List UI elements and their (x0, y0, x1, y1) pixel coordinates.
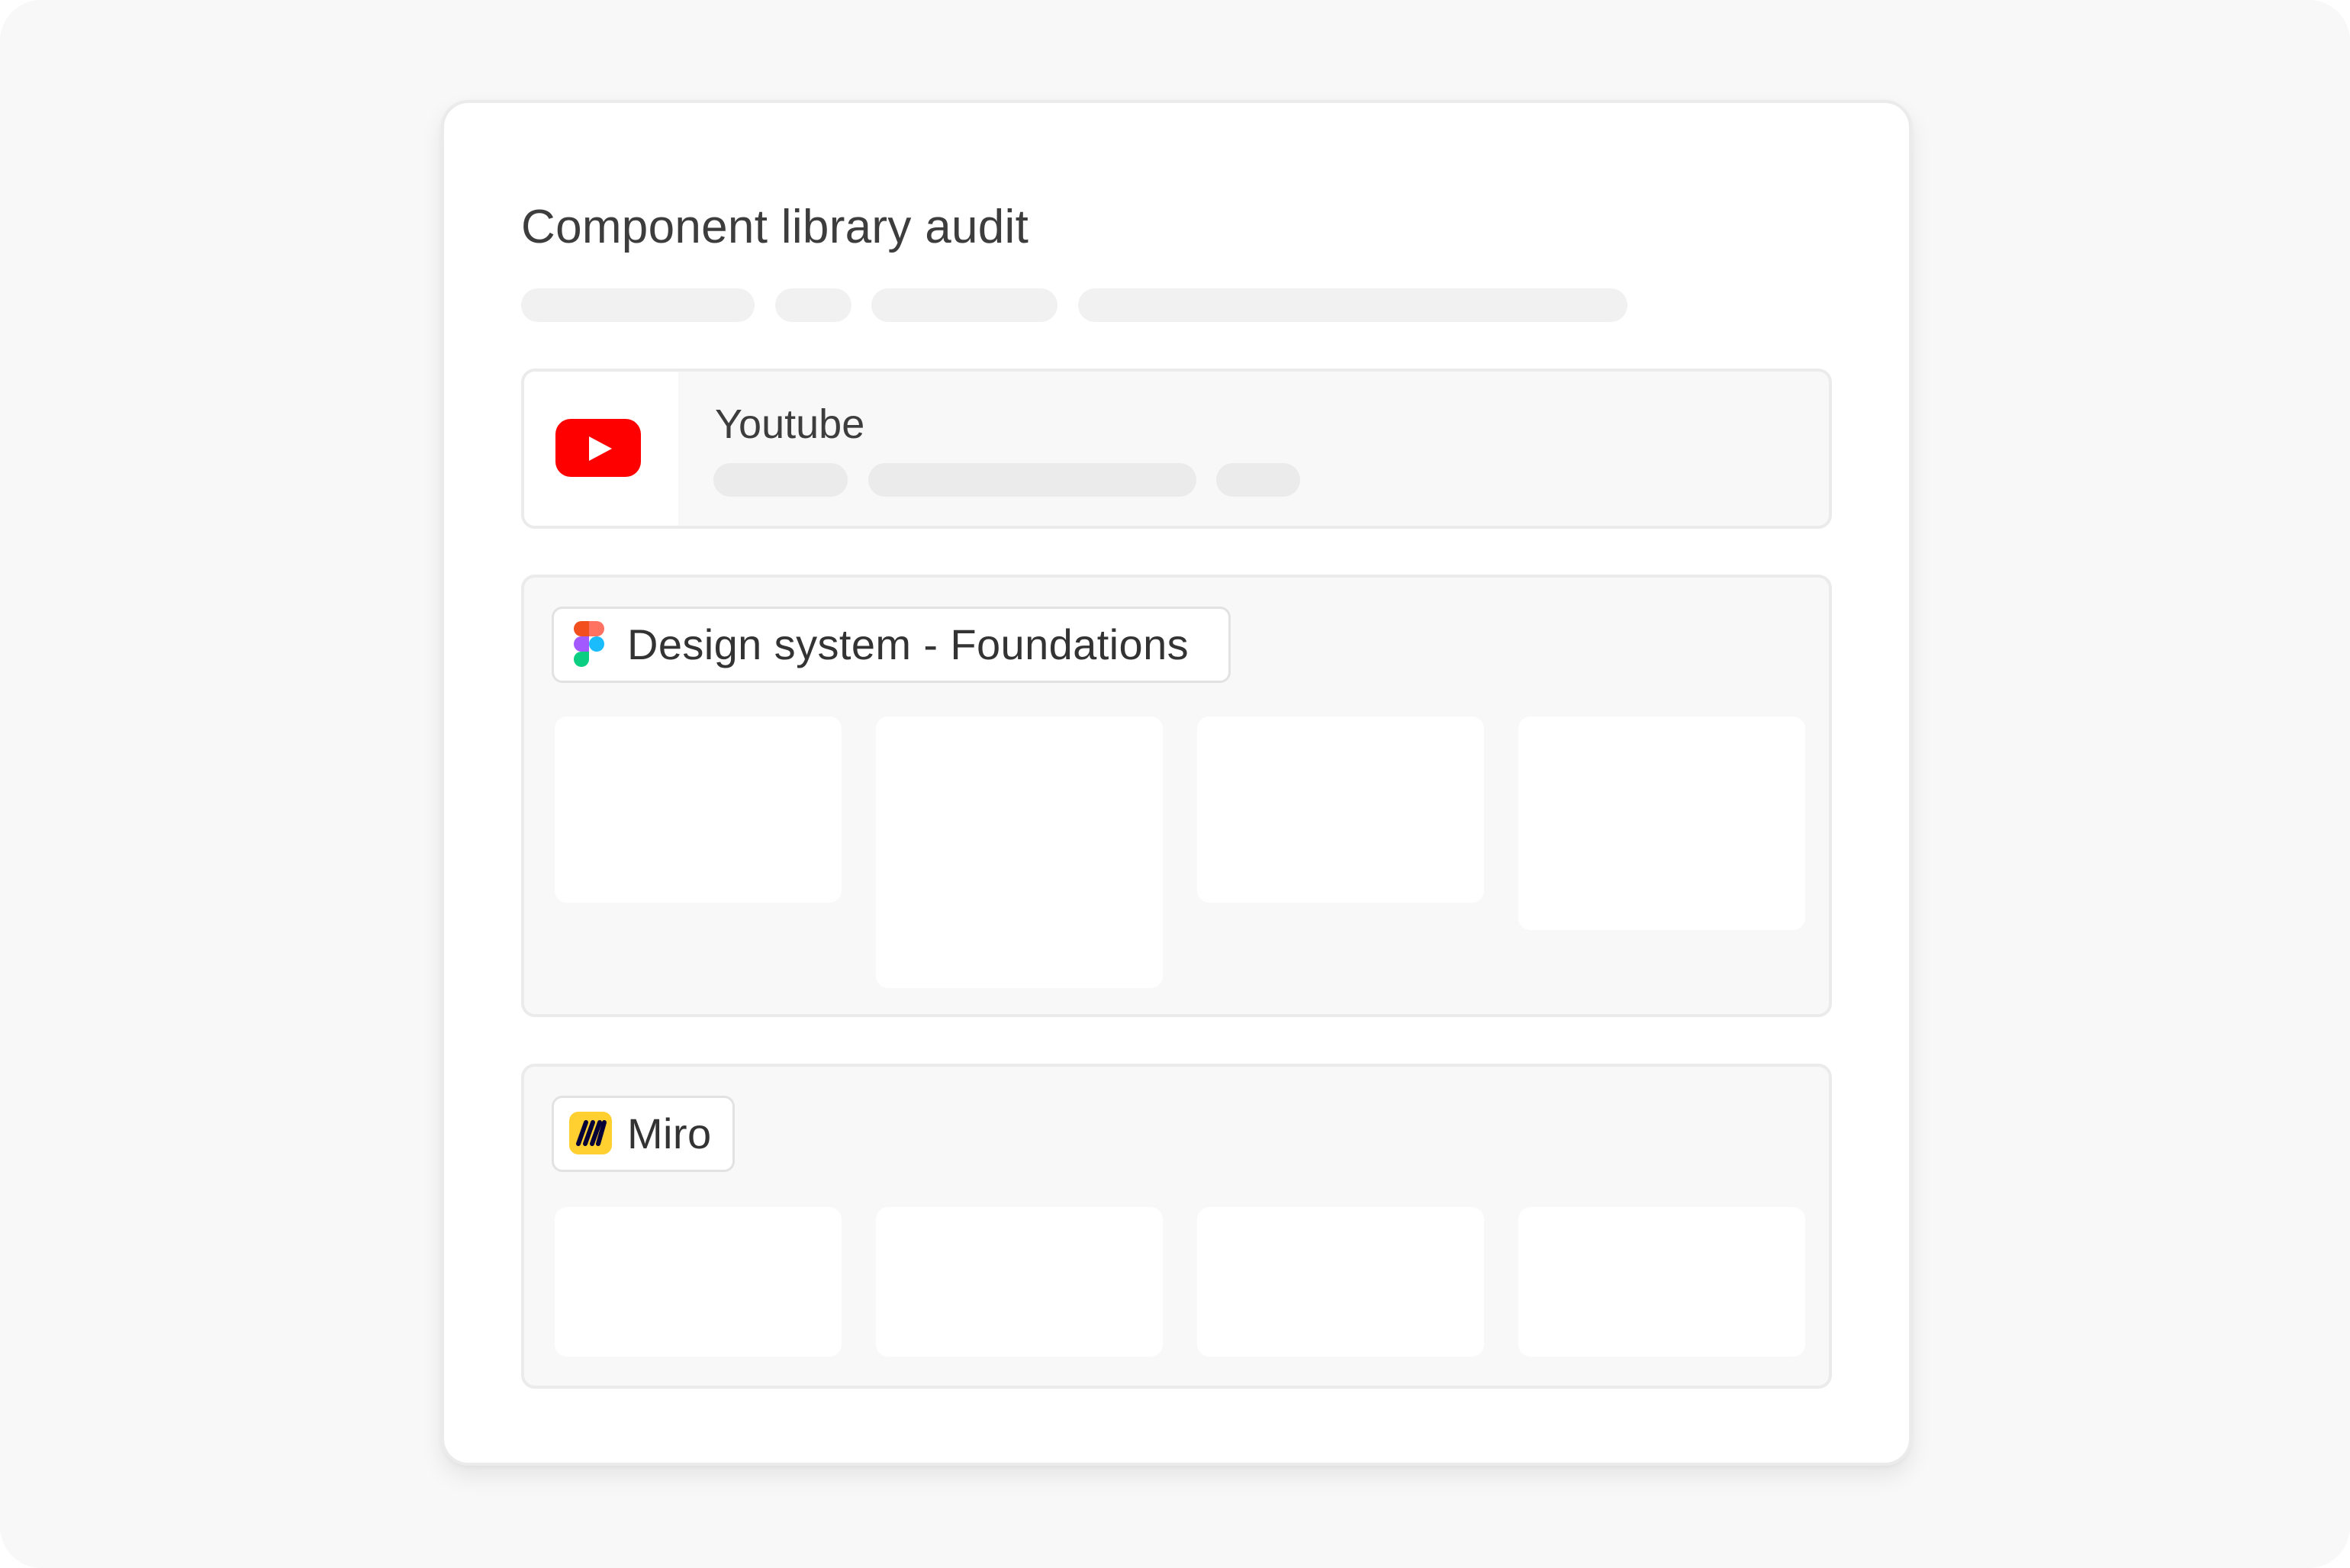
board-thumbnail[interactable] (876, 1207, 1163, 1357)
page-title: Component library audit (521, 201, 1029, 253)
frame-thumbnail[interactable] (1518, 716, 1805, 930)
skeleton-line (1078, 288, 1627, 322)
skeleton-line (1216, 463, 1300, 497)
skeleton-line (868, 463, 1196, 497)
board-thumbnail[interactable] (1197, 1207, 1484, 1357)
miro-icon (569, 1112, 612, 1154)
youtube-embed-title: Youtube (715, 401, 865, 447)
skeleton-line (521, 288, 755, 322)
miro-embed-card[interactable]: Miro (521, 1064, 1832, 1389)
skeleton-line (871, 288, 1058, 322)
figma-embed-card[interactable]: Design system - Foundations (521, 575, 1832, 1017)
miro-board-name: Miro (627, 1109, 712, 1157)
frame-thumbnail[interactable] (1197, 716, 1484, 903)
skeleton-line (775, 288, 851, 322)
miro-glyph (576, 1120, 607, 1146)
figma-icon (574, 621, 604, 667)
frame-thumbnail[interactable] (555, 716, 842, 903)
board-thumbnail[interactable] (1518, 1207, 1805, 1357)
youtube-embed-card[interactable]: Youtube (521, 369, 1832, 529)
frame-thumbnail[interactable] (876, 716, 1163, 988)
miro-board-chip[interactable]: Miro (552, 1096, 735, 1172)
figma-file-chip[interactable]: Design system - Foundations (552, 607, 1231, 683)
youtube-icon (555, 419, 641, 477)
figma-file-name: Design system - Foundations (627, 620, 1189, 668)
skeleton-line (713, 463, 848, 497)
youtube-thumbnail (524, 372, 678, 526)
board-thumbnail[interactable] (555, 1207, 842, 1357)
